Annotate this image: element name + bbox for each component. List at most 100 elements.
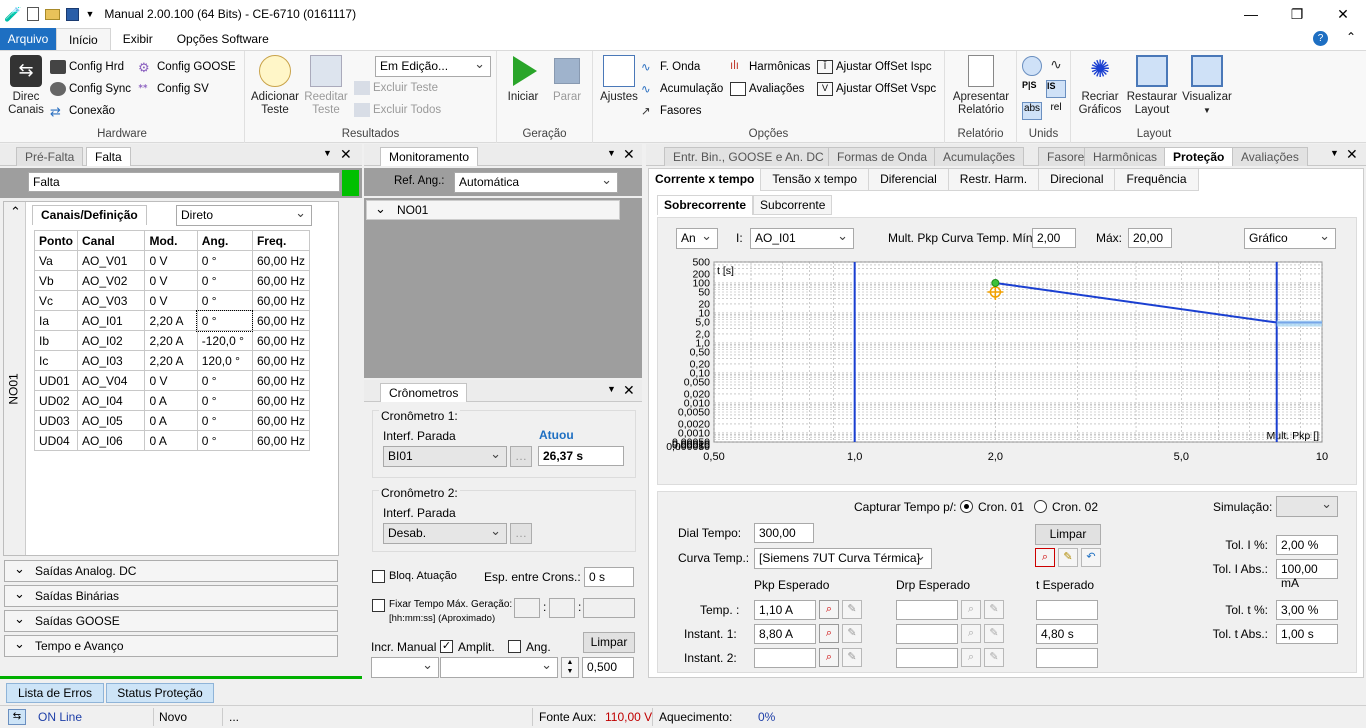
restaurar-layout-button[interactable]: Restaurar Layout [1125, 55, 1179, 117]
cell-mod[interactable]: 2,20 A [144, 330, 198, 351]
fixar-ss-field[interactable] [583, 598, 635, 618]
right-panel-close-icon[interactable]: ✕ [1346, 146, 1358, 163]
visualizar-button[interactable]: Visualizar ▼ [1179, 55, 1235, 117]
tab-canais-definicao[interactable]: Canais/Definição [32, 205, 147, 225]
close-icon[interactable]: ✕ [1320, 0, 1366, 28]
mult-min-field[interactable]: 2,00 [1032, 228, 1076, 248]
clock-unit-icon[interactable] [1022, 56, 1042, 76]
pkp-brush-icon[interactable]: ✎ [842, 624, 862, 643]
undo-icon[interactable]: ↶ [1081, 548, 1101, 567]
pkp-brush-icon[interactable]: ✎ [842, 600, 862, 619]
node-expander[interactable]: ⌄ NO01 [366, 200, 620, 220]
cell-ang[interactable]: 0 ° [196, 270, 253, 291]
cell-freq[interactable]: 60,00 Hz [251, 390, 311, 411]
section-saidas-goose[interactable]: Saídas GOOSE [4, 609, 338, 632]
wave-unit-icon[interactable]: ∿ [1046, 56, 1066, 76]
ajustes-button[interactable]: Ajustes [597, 55, 641, 104]
cell-mod[interactable]: 0 V [144, 270, 198, 291]
adicionar-teste-button[interactable]: Adicionar Teste [247, 55, 303, 117]
tab-exibir[interactable]: Exibir [111, 28, 165, 50]
drp-brush-icon[interactable]: ✎ [984, 600, 1004, 619]
section-tempo-avanco[interactable]: Tempo e Avanço [4, 634, 338, 657]
tab-formas-onda[interactable]: Formas de Onda [828, 147, 937, 166]
cell-ang[interactable]: 0 ° [196, 309, 254, 332]
apresentar-relatorio-button[interactable]: Apresentar Relatório [949, 55, 1013, 117]
table-row[interactable]: UD02 AO_I04 0 A0 ° 60,00 Hz [34, 390, 311, 411]
pkp-pick-icon[interactable]: ⌕ [819, 648, 839, 667]
drp-field[interactable] [896, 624, 958, 644]
curve-subtab-1[interactable]: Subcorrente [753, 195, 833, 215]
section-saidas-analog-dc[interactable]: Saídas Analog. DC [4, 559, 338, 582]
subtab-0[interactable]: Corrente x tempo [649, 169, 762, 191]
minimize-icon[interactable]: — [1228, 0, 1274, 28]
tab-pre-falta[interactable]: Pré-Falta [16, 147, 84, 166]
cell-mod[interactable]: 0 V [144, 370, 198, 391]
cell-freq[interactable]: 60,00 Hz [251, 410, 311, 431]
cell-mod[interactable]: 0 A [144, 410, 198, 431]
tab-opcoes-software[interactable]: Opções Software [165, 28, 281, 50]
subtab-4[interactable]: Direcional [1039, 169, 1116, 191]
node-collapse-strip[interactable]: ⌃ NO01 [4, 202, 26, 555]
tab-falta[interactable]: Falta [86, 147, 131, 166]
help-icon[interactable]: ? [1313, 31, 1328, 46]
bloq-atuacao-checkbox[interactable] [372, 570, 385, 583]
config-hrd-button[interactable]: Config Hrd [50, 60, 124, 74]
subtab-1[interactable]: Tensão x tempo [761, 169, 870, 191]
cell-ang[interactable]: 0 ° [196, 290, 253, 311]
incr-channel-select[interactable] [371, 657, 439, 678]
status-edicao-select[interactable]: Em Edição... [375, 56, 491, 77]
reeditar-teste-button[interactable]: Reeditar Teste [301, 55, 351, 117]
config-sv-button[interactable]: ᕯ Config SV [138, 82, 209, 96]
tab-entr-bin[interactable]: Entr. Bin., GOOSE e An. DC [664, 147, 833, 166]
config-goose-button[interactable]: ⚙ Config GOOSE [138, 60, 236, 75]
tab-protecao[interactable]: Proteção [1164, 147, 1234, 166]
t-expected-field[interactable] [1036, 600, 1098, 620]
drp-pick-icon[interactable]: ⌕ [961, 624, 981, 643]
view-mode-select[interactable]: Gráfico [1244, 228, 1336, 249]
drp-pick-icon[interactable]: ⌕ [961, 600, 981, 619]
fasores-button[interactable]: ↗ Fasores [641, 104, 702, 118]
quick-access-dropdown-icon[interactable]: ▼ [85, 9, 94, 19]
tab-acumulacoes[interactable]: Acumulações [934, 147, 1025, 166]
cell-ang[interactable]: 0 ° [196, 390, 253, 411]
time-current-chart[interactable]: 5002001005020105,02,01,00,500,200,100,05… [662, 258, 1342, 478]
protecao-limpar-button[interactable]: Limpar [1035, 524, 1101, 545]
current-channel-select[interactable]: AO_I01 [750, 228, 854, 249]
ribbon-collapse-icon[interactable]: ⌃ [1346, 30, 1356, 44]
tab-status-protecao[interactable]: Status Proteção [106, 683, 214, 703]
cell-freq[interactable]: 60,00 Hz [251, 290, 311, 311]
cell-ang[interactable]: 0 ° [196, 370, 253, 391]
tab-arquivo[interactable]: Arquivo [0, 28, 56, 50]
crono-limpar-button[interactable]: Limpar [583, 632, 635, 653]
cell-freq[interactable]: 60,00 Hz [251, 270, 311, 291]
tab-cronometros[interactable]: Crônometros [380, 383, 468, 402]
offset-vspc-button[interactable]: V Ajustar OffSet Vspc [817, 82, 936, 96]
drp-brush-icon[interactable]: ✎ [984, 648, 1004, 667]
cell-ang[interactable]: 0 ° [196, 250, 253, 271]
monitor-close-icon[interactable]: ✕ [623, 146, 635, 163]
cell-freq[interactable]: 60,00 Hz [251, 350, 311, 371]
pkp-field[interactable]: 1,10 A [754, 600, 816, 620]
t-expected-field[interactable] [1036, 648, 1098, 668]
tab-inicio[interactable]: Início [56, 28, 111, 50]
config-sync-button[interactable]: Config Sync [50, 82, 131, 96]
cell-mod[interactable]: 2,20 A [144, 310, 198, 331]
mult-max-field[interactable]: 20,00 [1128, 228, 1172, 248]
esp-crons-field[interactable]: 0 s [584, 567, 634, 587]
cell-freq[interactable]: 60,00 Hz [251, 430, 311, 451]
table-row[interactable]: UD01 AO_V04 0 V0 ° 60,00 Hz [34, 370, 311, 391]
cell-ang[interactable]: -120,0 ° [196, 330, 253, 351]
save-icon[interactable] [66, 7, 80, 21]
crono2-browse-button[interactable]: … [510, 523, 532, 544]
function-select[interactable]: An [676, 228, 718, 249]
table-row[interactable]: Vb AO_V02 0 V0 ° 60,00 Hz [34, 270, 311, 291]
pkp-pick-icon[interactable]: ⌕ [819, 600, 839, 619]
ref-ang-select[interactable]: Automática [454, 172, 618, 193]
secondary-icon[interactable]: lS [1046, 80, 1066, 98]
table-row[interactable]: UD04 AO_I06 0 A0 ° 60,00 Hz [34, 430, 311, 451]
primary-secondary-icon[interactable]: P|S [1022, 80, 1042, 98]
abs-unit-button[interactable]: abs [1022, 102, 1042, 120]
open-folder-icon[interactable] [45, 8, 61, 20]
table-row[interactable]: Ic AO_I03 2,20 A 120,0 ° 60,00 Hz [34, 350, 311, 371]
table-row[interactable]: Vc AO_V03 0 V0 ° 60,00 Hz [34, 290, 311, 311]
